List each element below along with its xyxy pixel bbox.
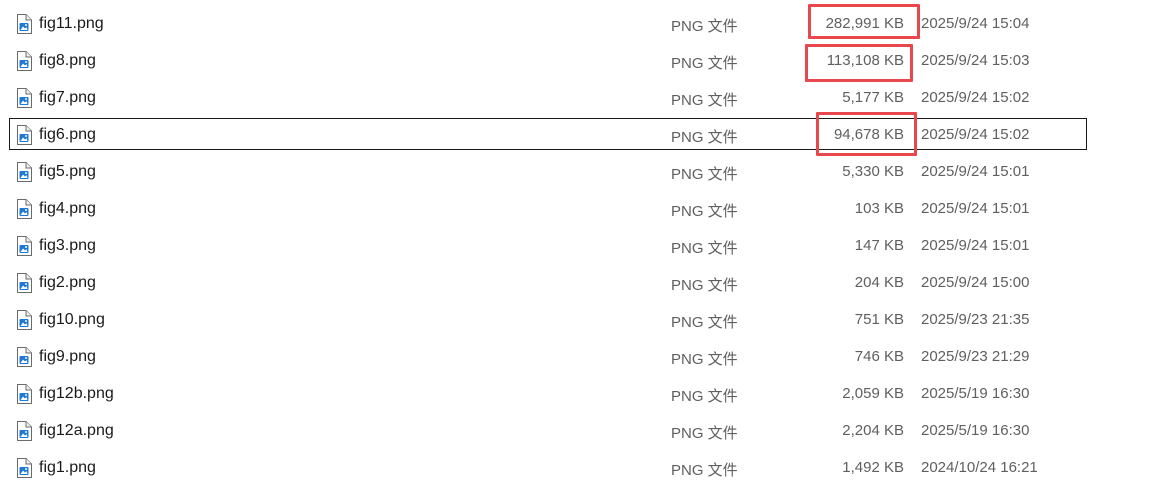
- highlight-box-fig11-size: [808, 4, 920, 39]
- file-size: 746 KB: [854, 348, 904, 365]
- file-row[interactable]: fig12b.png PNG 文件 2,059 KB 2025/5/19 16:…: [0, 376, 1170, 413]
- png-file-icon: [15, 236, 33, 256]
- file-row[interactable]: fig5.png PNG 文件 5,330 KB 2025/9/24 15:01: [0, 154, 1170, 191]
- highlight-box-fig6-size: [816, 112, 917, 156]
- png-file-icon: [15, 458, 33, 478]
- file-type: PNG 文件: [671, 129, 738, 146]
- file-modified-date: 2025/9/24 15:00: [921, 274, 1030, 291]
- png-file-icon: [15, 310, 33, 330]
- file-modified-date: 2025/9/24 15:01: [921, 200, 1030, 217]
- file-name: fig2.png: [39, 274, 96, 291]
- file-modified-date: 2025/9/24 15:04: [921, 15, 1030, 32]
- file-type: PNG 文件: [671, 55, 738, 72]
- file-type: PNG 文件: [671, 18, 738, 35]
- file-row[interactable]: fig8.png PNG 文件 113,108 KB 2025/9/24 15:…: [0, 43, 1170, 80]
- file-row-focused[interactable]: fig6.png PNG 文件 94,678 KB 2025/9/24 15:0…: [0, 117, 1170, 154]
- png-file-icon: [15, 421, 33, 441]
- file-type: PNG 文件: [671, 92, 738, 109]
- file-type: PNG 文件: [671, 388, 738, 405]
- file-type: PNG 文件: [671, 462, 738, 479]
- file-size: 5,177 KB: [842, 89, 904, 106]
- png-file-icon: [15, 14, 33, 34]
- png-file-icon: [15, 162, 33, 182]
- file-modified-date: 2025/9/24 15:02: [921, 126, 1030, 143]
- file-size: 1,492 KB: [842, 459, 904, 476]
- png-file-icon: [15, 51, 33, 71]
- file-row[interactable]: fig9.png PNG 文件 746 KB 2025/9/23 21:29: [0, 339, 1170, 376]
- png-file-icon: [15, 347, 33, 367]
- png-file-icon: [15, 273, 33, 293]
- file-size: 147 KB: [854, 237, 904, 254]
- file-modified-date: 2024/10/24 16:21: [921, 459, 1038, 476]
- file-modified-date: 2025/9/24 15:02: [921, 89, 1030, 106]
- png-file-icon: [15, 88, 33, 108]
- file-type: PNG 文件: [671, 314, 738, 331]
- file-list: fig11.png PNG 文件 282,991 KB 2025/9/24 15…: [0, 6, 1170, 487]
- file-name: fig7.png: [39, 89, 96, 106]
- file-type: PNG 文件: [671, 425, 738, 442]
- file-name: fig6.png: [39, 126, 96, 143]
- file-row[interactable]: fig12a.png PNG 文件 2,204 KB 2025/5/19 16:…: [0, 413, 1170, 450]
- file-size: 2,059 KB: [842, 385, 904, 402]
- file-modified-date: 2025/9/23 21:29: [921, 348, 1030, 365]
- file-type: PNG 文件: [671, 203, 738, 220]
- file-name: fig5.png: [39, 163, 96, 180]
- file-size: 5,330 KB: [842, 163, 904, 180]
- file-modified-date: 2025/9/24 15:01: [921, 163, 1030, 180]
- file-type: PNG 文件: [671, 277, 738, 294]
- file-modified-date: 2025/9/24 15:03: [921, 52, 1030, 69]
- file-row[interactable]: fig11.png PNG 文件 282,991 KB 2025/9/24 15…: [0, 6, 1170, 43]
- file-name: fig4.png: [39, 200, 96, 217]
- png-file-icon: [15, 125, 33, 145]
- file-name: fig9.png: [39, 348, 96, 365]
- file-modified-date: 2025/5/19 16:30: [921, 385, 1030, 402]
- file-name: fig11.png: [39, 15, 104, 32]
- file-size: 103 KB: [854, 200, 904, 217]
- file-type: PNG 文件: [671, 166, 738, 183]
- file-row[interactable]: fig4.png PNG 文件 103 KB 2025/9/24 15:01: [0, 191, 1170, 228]
- png-file-icon: [15, 199, 33, 219]
- file-row[interactable]: fig1.png PNG 文件 1,492 KB 2024/10/24 16:2…: [0, 450, 1170, 487]
- file-name: fig8.png: [39, 52, 96, 69]
- file-name: fig10.png: [39, 311, 105, 328]
- file-type: PNG 文件: [671, 351, 738, 368]
- file-size: 751 KB: [854, 311, 904, 328]
- file-modified-date: 2025/5/19 16:30: [921, 422, 1030, 439]
- file-name: fig12a.png: [39, 422, 114, 439]
- file-row[interactable]: fig2.png PNG 文件 204 KB 2025/9/24 15:00: [0, 265, 1170, 302]
- file-type: PNG 文件: [671, 240, 738, 257]
- file-size: 204 KB: [854, 274, 904, 291]
- file-modified-date: 2025/9/23 21:35: [921, 311, 1030, 328]
- file-name: fig12b.png: [39, 385, 114, 402]
- file-modified-date: 2025/9/24 15:01: [921, 237, 1030, 254]
- highlight-box-fig8-size: [805, 44, 913, 82]
- file-row[interactable]: fig3.png PNG 文件 147 KB 2025/9/24 15:01: [0, 228, 1170, 265]
- file-name: fig1.png: [39, 459, 96, 476]
- file-row[interactable]: fig10.png PNG 文件 751 KB 2025/9/23 21:35: [0, 302, 1170, 339]
- png-file-icon: [15, 384, 33, 404]
- file-row[interactable]: fig7.png PNG 文件 5,177 KB 2025/9/24 15:02: [0, 80, 1170, 117]
- file-name: fig3.png: [39, 237, 96, 254]
- file-size: 2,204 KB: [842, 422, 904, 439]
